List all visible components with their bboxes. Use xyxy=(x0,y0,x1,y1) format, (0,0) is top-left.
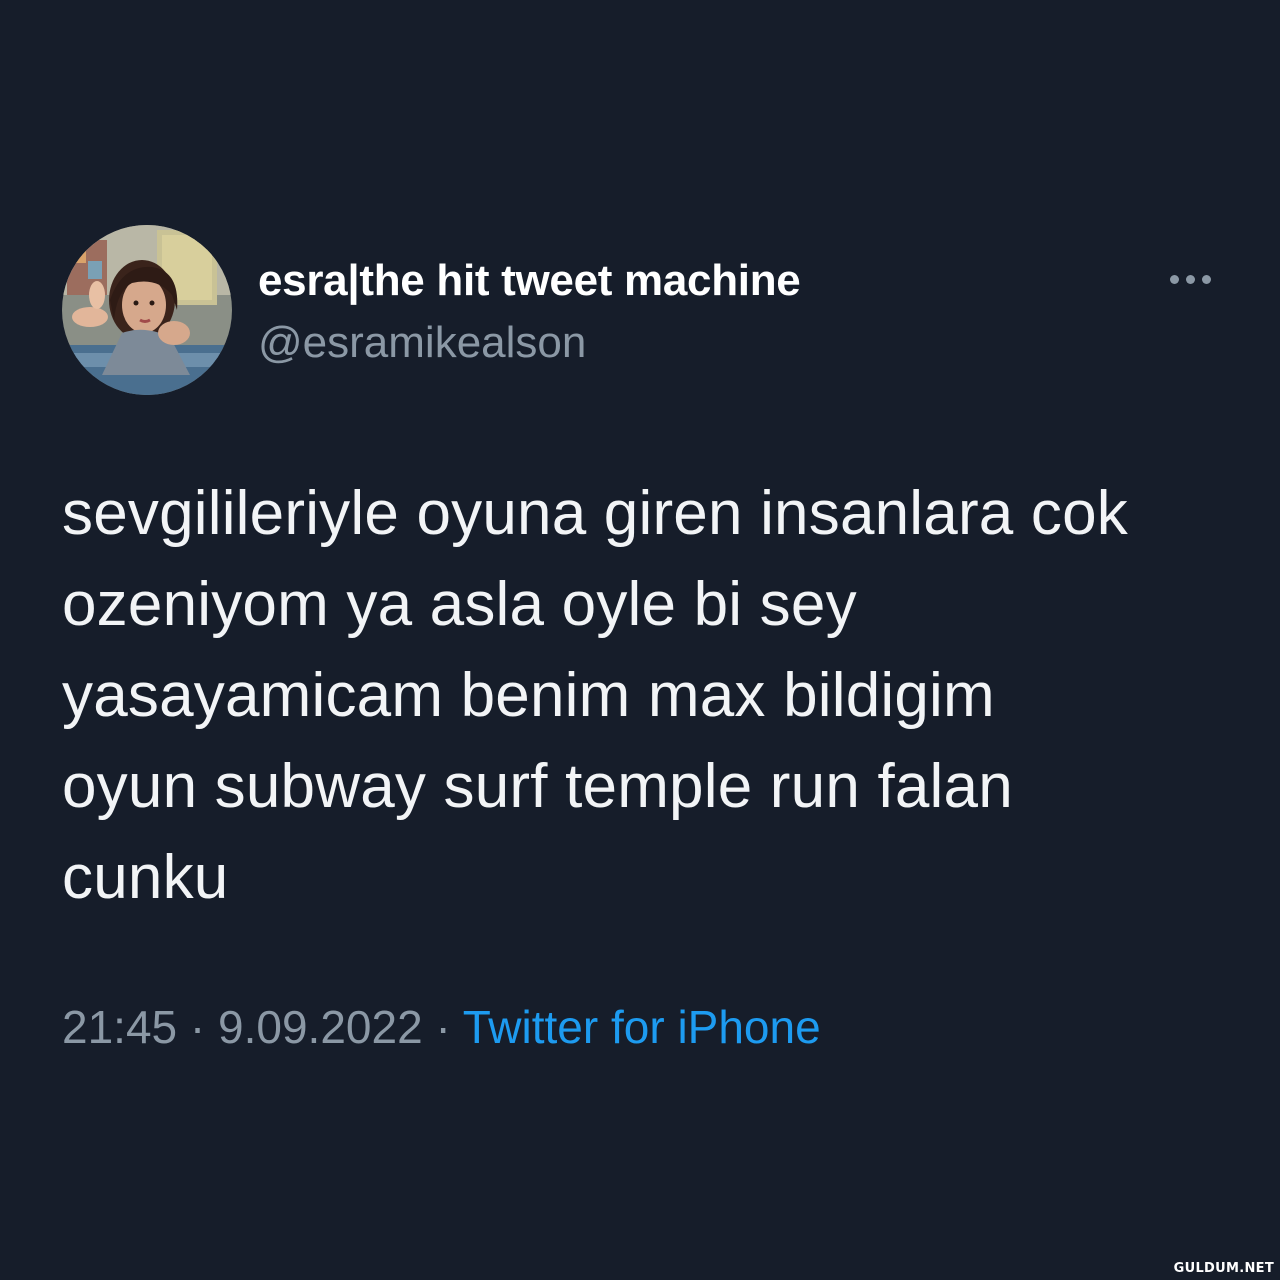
dot xyxy=(1185,274,1195,284)
meta-separator: · xyxy=(435,1001,451,1053)
tweet-screenshot: esra|the hit tweet machine @esramikealso… xyxy=(0,0,1280,1280)
dot xyxy=(1169,274,1179,284)
meta-separator: · xyxy=(189,1001,206,1053)
tweet-time[interactable]: 21:45 xyxy=(62,1001,177,1053)
avatar-photo xyxy=(62,225,232,395)
author-name[interactable]: esra|the hit tweet machine xyxy=(258,256,801,306)
tweet-line: cunku xyxy=(62,843,229,912)
author-handle[interactable]: @esramikealson xyxy=(258,318,586,368)
tweet-date[interactable]: 9.09.2022 xyxy=(218,1001,423,1053)
dot xyxy=(1201,274,1211,284)
watermark: GULDUM.NET xyxy=(1173,1261,1274,1276)
tweet-text: sevgilileriyle oyuna giren insanlara cok… xyxy=(62,468,1232,923)
tweet-meta: 21:45 · 9.09.2022 · Twitter for iPhone xyxy=(62,1000,821,1054)
avatar[interactable] xyxy=(62,225,232,395)
tweet-source-link[interactable]: Twitter for iPhone xyxy=(463,1001,821,1053)
tweet-line: sevgilileriyle oyuna giren insanlara cok xyxy=(62,479,1128,548)
ellipsis-icon[interactable] xyxy=(1160,262,1220,296)
tweet-line: yasayamicam benim max bildigim xyxy=(62,661,995,730)
tweet-line: oyun subway surf temple run falan xyxy=(62,752,1013,821)
tweet-line: ozeniyom ya asla oyle bi sey xyxy=(62,570,857,639)
